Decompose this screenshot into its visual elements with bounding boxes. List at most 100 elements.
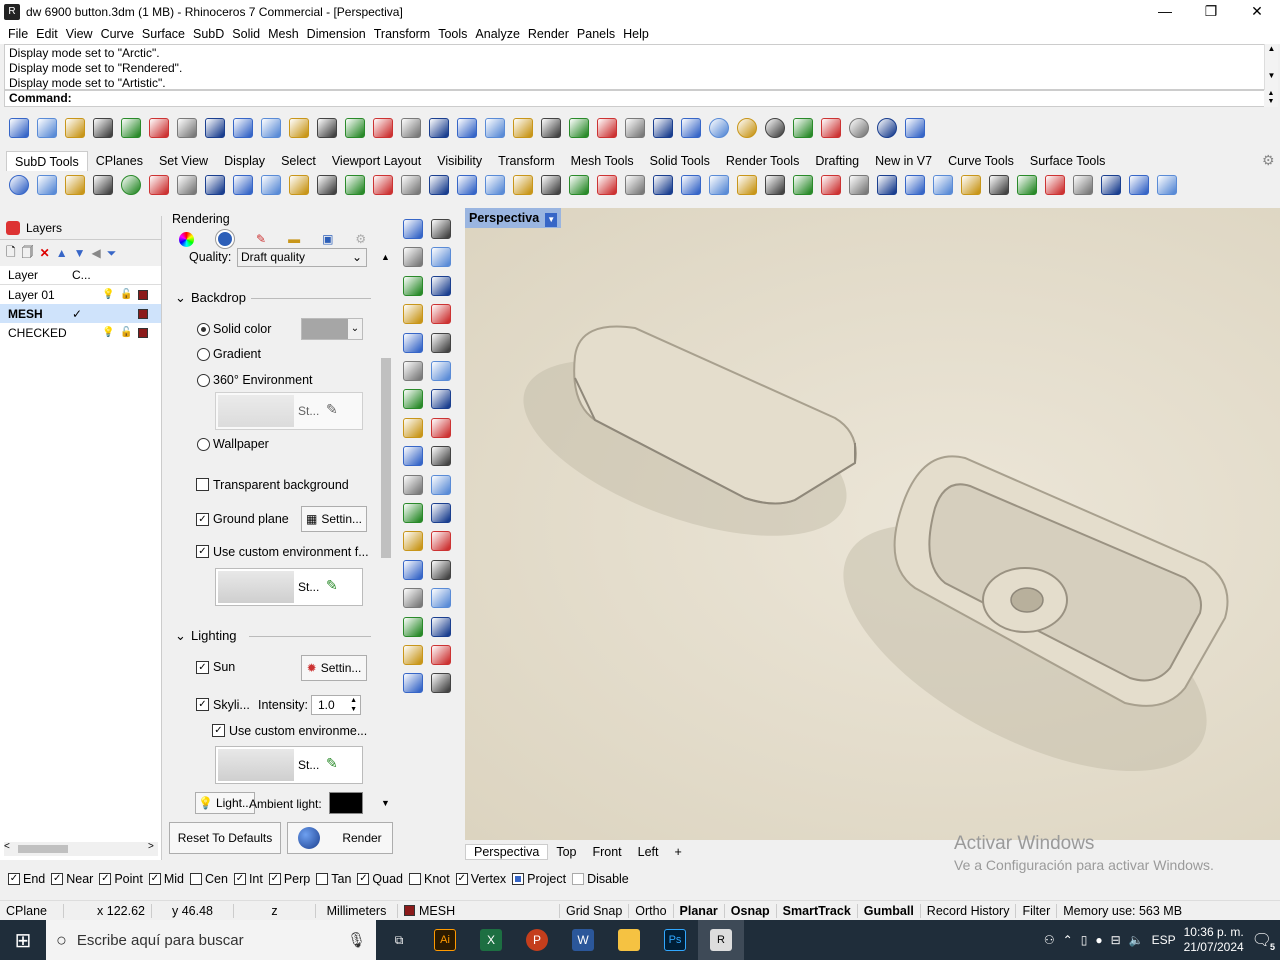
subd-face-button[interactable] (454, 172, 480, 198)
loft-tool-button[interactable] (428, 358, 454, 384)
grid-array-tool-button[interactable] (400, 614, 426, 640)
tab-visibility[interactable]: Visibility (429, 151, 490, 171)
layer-row[interactable]: Layer 01 💡 🔓 (0, 285, 161, 304)
osnap-checkbox[interactable]: ✓ (99, 873, 112, 885)
osnap-checkbox[interactable] (316, 873, 329, 885)
subd-crease-button[interactable] (370, 172, 396, 198)
subd-list-button[interactable] (902, 172, 928, 198)
osnap-point[interactable]: ✓ Point (99, 872, 143, 886)
command-input[interactable] (75, 91, 1176, 105)
trim-tool-button[interactable] (428, 443, 454, 469)
tab-select[interactable]: Select (273, 151, 324, 171)
battery-icon[interactable]: ▯ (1081, 933, 1088, 947)
curve-tool-button[interactable] (428, 244, 454, 270)
wallpaper-radio[interactable] (197, 438, 210, 451)
custom-env-box[interactable]: St... ✎ (215, 568, 363, 606)
custom-env-checkbox[interactable]: ✓ (196, 545, 209, 558)
status-filter[interactable]: Filter (1016, 903, 1058, 918)
scale-tool-button[interactable] (428, 528, 454, 554)
offset-tool-button[interactable] (428, 500, 454, 526)
tab-new-in-v7[interactable]: New in V7 (867, 151, 940, 171)
subd-ellipsoid-button[interactable] (146, 172, 172, 198)
render-tab-icon[interactable] (216, 230, 234, 248)
arc-tool-button[interactable] (400, 330, 426, 356)
render-button[interactable]: Render (287, 822, 393, 854)
osnap-checkbox[interactable]: ✓ (357, 873, 370, 885)
tab-mesh-tools[interactable]: Mesh Tools (563, 151, 642, 171)
menu-edit[interactable]: Edit (32, 27, 62, 41)
sun-settings-button[interactable]: ✹ Settin... (301, 655, 367, 681)
sphere-button[interactable] (706, 115, 732, 141)
tray-app-icon[interactable]: ● (1095, 933, 1102, 947)
zoom-button[interactable] (314, 115, 340, 141)
fillet-tool-button[interactable] (428, 330, 454, 356)
sun-checkbox[interactable]: ✓ (196, 661, 209, 674)
subd-shell-button[interactable] (790, 172, 816, 198)
osnap-checkbox[interactable] (409, 873, 421, 885)
car-ghost-button[interactable] (510, 115, 536, 141)
more-button[interactable] (1154, 172, 1180, 198)
subd-torus-button[interactable] (174, 172, 200, 198)
subd-insert-button[interactable] (846, 172, 872, 198)
osnap-disable[interactable]: Disable (572, 872, 629, 886)
excel-app[interactable]: X (468, 920, 514, 960)
subd-slide-button[interactable] (734, 172, 760, 198)
pan-button[interactable] (258, 115, 284, 141)
subd-stitch-button[interactable] (818, 172, 844, 198)
new-button[interactable] (6, 115, 32, 141)
subd-symmetry-button[interactable] (706, 172, 732, 198)
subd-bridge-button[interactable] (342, 172, 368, 198)
tab-curve-tools[interactable]: Curve Tools (940, 151, 1022, 171)
people-icon[interactable]: ⚇ (1044, 933, 1055, 947)
group-tool-button[interactable] (400, 500, 426, 526)
tab-display[interactable]: Display (216, 151, 273, 171)
osnap-knot[interactable]: Knot (409, 872, 450, 886)
save-button[interactable] (62, 115, 88, 141)
split-tool-button[interactable] (400, 472, 426, 498)
select-tool-button[interactable] (400, 216, 426, 242)
settings-button[interactable] (818, 115, 844, 141)
menu-curve[interactable]: Curve (97, 27, 138, 41)
layer-row[interactable]: MESH ✓ (0, 304, 161, 323)
menu-file[interactable]: File (4, 27, 32, 41)
menu-solid[interactable]: Solid (228, 27, 264, 41)
status-planar[interactable]: Planar (674, 903, 725, 918)
help-button[interactable] (902, 115, 928, 141)
subd-bevel-button[interactable] (398, 172, 424, 198)
network-icon[interactable]: ⊟ (1111, 933, 1121, 947)
subd-tag-button[interactable] (1014, 172, 1040, 198)
visibility-bulb-icon[interactable]: 💡 (102, 289, 114, 300)
copy-button[interactable] (174, 115, 200, 141)
backdrop-color-swatch[interactable]: ⌄ (301, 318, 363, 340)
menu-subd[interactable]: SubD (189, 27, 228, 41)
menu-panels[interactable]: Panels (573, 27, 619, 41)
filter-icon[interactable]: ⏷ (107, 246, 117, 261)
close-button[interactable]: ✕ (1234, 0, 1280, 24)
tab-surface-tools[interactable]: Surface Tools (1022, 151, 1114, 171)
tab-set-view[interactable]: Set View (151, 151, 216, 171)
move-down-icon[interactable]: ▼ (74, 246, 86, 260)
menu-mesh[interactable]: Mesh (264, 27, 303, 41)
custom-env2-checkbox[interactable]: ✓ (212, 724, 225, 737)
array-tool-button[interactable] (400, 557, 426, 583)
patch-tool-button[interactable] (428, 415, 454, 441)
ambient-color-swatch[interactable] (329, 792, 363, 814)
menu-surface[interactable]: Surface (138, 27, 189, 41)
open-button[interactable] (34, 115, 60, 141)
volume-icon[interactable]: 🔈 (1129, 933, 1144, 947)
delete-layer-icon[interactable]: ✕ (40, 246, 50, 260)
point-tool-button[interactable] (428, 216, 454, 242)
viewport-tab-top[interactable]: Top (548, 845, 584, 859)
hatch-tool-button[interactable] (428, 585, 454, 611)
history-scrollbar[interactable]: ▲ ▼ (1264, 44, 1278, 90)
four-views-button[interactable] (454, 115, 480, 141)
subd-loft2-button[interactable] (258, 172, 284, 198)
subd-wire-button[interactable] (1070, 172, 1096, 198)
environment360-radio[interactable] (197, 374, 210, 387)
car-button[interactable] (482, 115, 508, 141)
cut-button[interactable] (146, 115, 172, 141)
undo-button[interactable] (230, 115, 256, 141)
osnap-cen[interactable]: Cen (190, 872, 228, 886)
menu-analyze[interactable]: Analyze (471, 27, 523, 41)
subd-cup-button[interactable] (650, 172, 676, 198)
